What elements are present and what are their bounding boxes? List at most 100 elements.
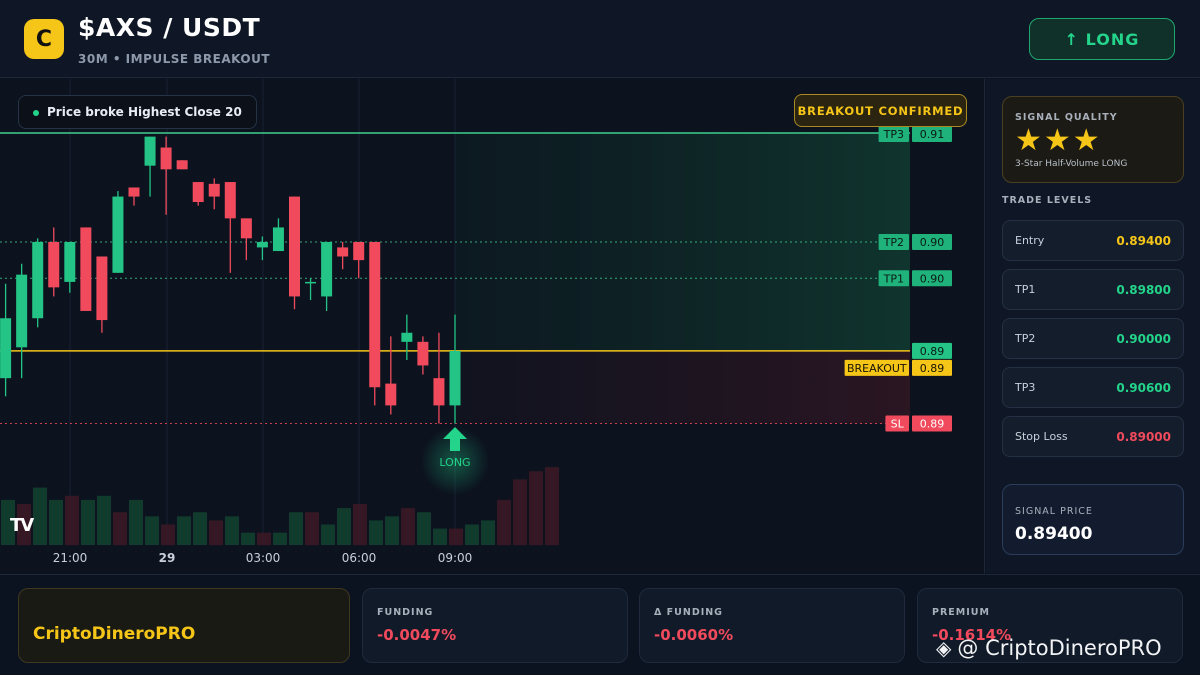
candle-body <box>80 227 92 311</box>
level-value: 0.89000 <box>1116 430 1171 444</box>
delta-funding-card: Δ FUNDING -0.0060% <box>639 588 905 663</box>
delta-funding-title: Δ FUNDING <box>654 607 723 618</box>
volume-bar <box>241 532 255 545</box>
x-tick: 29 <box>158 551 176 565</box>
x-tick: 21:00 <box>52 551 88 565</box>
breakout-info-text: Price broke Highest Close 20 <box>47 105 242 119</box>
candle-body <box>256 241 268 248</box>
volume-bar <box>273 532 287 545</box>
volume-bar <box>65 495 79 545</box>
candle-body <box>353 241 365 261</box>
volume-bar <box>369 520 383 545</box>
binance-square-icon: ◈ <box>936 636 952 660</box>
candle-body <box>160 147 172 170</box>
volume-bar <box>305 512 319 545</box>
tp1-name-text: TP1 <box>883 272 904 285</box>
candle-body <box>32 241 44 319</box>
candle-body <box>176 160 188 170</box>
candle-body <box>112 196 124 273</box>
candle-body <box>321 241 333 297</box>
level-label: TP3 <box>1015 381 1036 394</box>
last-price-value-text: 0.89 <box>920 345 945 358</box>
premium-title: PREMIUM <box>932 607 990 618</box>
tradingview-logo[interactable]: TV <box>10 515 34 536</box>
brand-name: CriptoDineroPRO <box>33 624 196 644</box>
app-logo: C <box>24 19 64 59</box>
signal-sidebar: SIGNAL QUALITY ★★★ 3-Star Half-Volume LO… <box>986 79 1200 573</box>
funding-title: FUNDING <box>377 607 434 618</box>
breakout-info-pill: Price broke Highest Close 20 <box>18 95 257 129</box>
long-signal-button[interactable]: ↑ LONG <box>1029 18 1175 60</box>
volume-bar <box>513 479 527 545</box>
chart-canvas[interactable]: LONG TP3 0.91 TP2 0.90 TP1 0.90 0.89 BREAKOUT 0.8… <box>0 79 985 573</box>
candle-body <box>337 247 349 257</box>
candle-body <box>385 383 397 406</box>
sl-value-text: 0.89 <box>920 418 945 431</box>
watermark-text: @ CriptoDineroPRO <box>957 636 1162 660</box>
tp1-value-text: 0.90 <box>920 272 945 285</box>
signal-price-card: SIGNAL PRICE 0.89400 <box>1002 484 1184 555</box>
breakout-value-text: 0.89 <box>920 362 945 375</box>
candle-body <box>417 341 429 366</box>
long-marker-label: LONG <box>439 456 470 469</box>
candle-body <box>128 187 140 197</box>
x-tick: 06:00 <box>341 551 377 565</box>
volume-bar <box>49 499 63 545</box>
candle-body <box>272 227 284 252</box>
level-value: 0.90000 <box>1116 332 1171 346</box>
level-label: Entry <box>1015 234 1045 247</box>
level-label: Stop Loss <box>1015 430 1068 443</box>
tp3-value-text: 0.91 <box>920 128 945 141</box>
candle-body <box>289 196 300 297</box>
level-value: 0.89400 <box>1116 234 1171 248</box>
tp2-value-text: 0.90 <box>920 236 945 249</box>
level-label: TP2 <box>1015 332 1036 345</box>
level-value: 0.90600 <box>1116 381 1171 395</box>
level-row-tp1: TP1 0.89800 <box>1002 269 1184 310</box>
breakout-confirmed-badge: BREAKOUT CONFIRMED <box>794 94 967 127</box>
volume-bar <box>145 516 159 545</box>
volume-bar <box>465 524 479 545</box>
sl-name-text: SL <box>891 418 905 431</box>
volume-bar <box>209 520 223 545</box>
status-dot-icon <box>33 110 39 116</box>
candle-body <box>305 281 317 284</box>
volume-bar <box>33 487 47 545</box>
level-row-stop-loss: Stop Loss 0.89000 <box>1002 416 1184 457</box>
x-tick: 03:00 <box>245 551 281 565</box>
candle-body <box>208 183 220 197</box>
star-rating-icon: ★★★ <box>1015 123 1102 158</box>
volume-bar <box>385 516 399 545</box>
volume-bar <box>129 499 143 545</box>
breakout-name-text: BREAKOUT <box>847 362 907 375</box>
level-row-tp2: TP2 0.90000 <box>1002 318 1184 359</box>
volume-bar <box>545 467 559 545</box>
level-row-entry: Entry 0.89400 <box>1002 220 1184 261</box>
candle-body <box>64 241 76 282</box>
price-chart[interactable]: LONG TP3 0.91 TP2 0.90 TP1 0.90 0.89 BREAKOUT 0.8… <box>0 79 985 573</box>
candle-body <box>0 318 12 379</box>
header-bar: C $AXS / USDT 30M • IMPULSE BREAKOUT ↑ L… <box>0 0 1200 78</box>
volume-bar <box>177 516 191 545</box>
volume-bar <box>161 524 175 545</box>
candle-body <box>144 136 156 166</box>
volume-bar <box>113 512 127 545</box>
volume-bar <box>81 499 95 545</box>
footer-stats: CriptoDineroPRO FUNDING -0.0047% Δ FUNDI… <box>0 574 1200 675</box>
pair-title: $AXS / USDT <box>78 13 261 42</box>
volume-bar <box>193 512 207 545</box>
volume-bar <box>433 528 447 545</box>
volume-bar <box>497 499 511 545</box>
candle-body <box>369 241 381 388</box>
volume-bar <box>257 532 271 545</box>
candle-body <box>401 332 413 342</box>
candle-body <box>48 241 60 288</box>
volume-bar <box>481 520 495 545</box>
brand-card: CriptoDineroPRO <box>18 588 350 663</box>
loss-zone <box>455 350 910 424</box>
delta-funding-value: -0.0060% <box>654 626 734 644</box>
tp2-name-text: TP2 <box>883 236 904 249</box>
volume-bar <box>449 528 463 545</box>
timeframe-subtitle: 30M • IMPULSE BREAKOUT <box>78 52 271 66</box>
candle-body <box>96 256 108 321</box>
